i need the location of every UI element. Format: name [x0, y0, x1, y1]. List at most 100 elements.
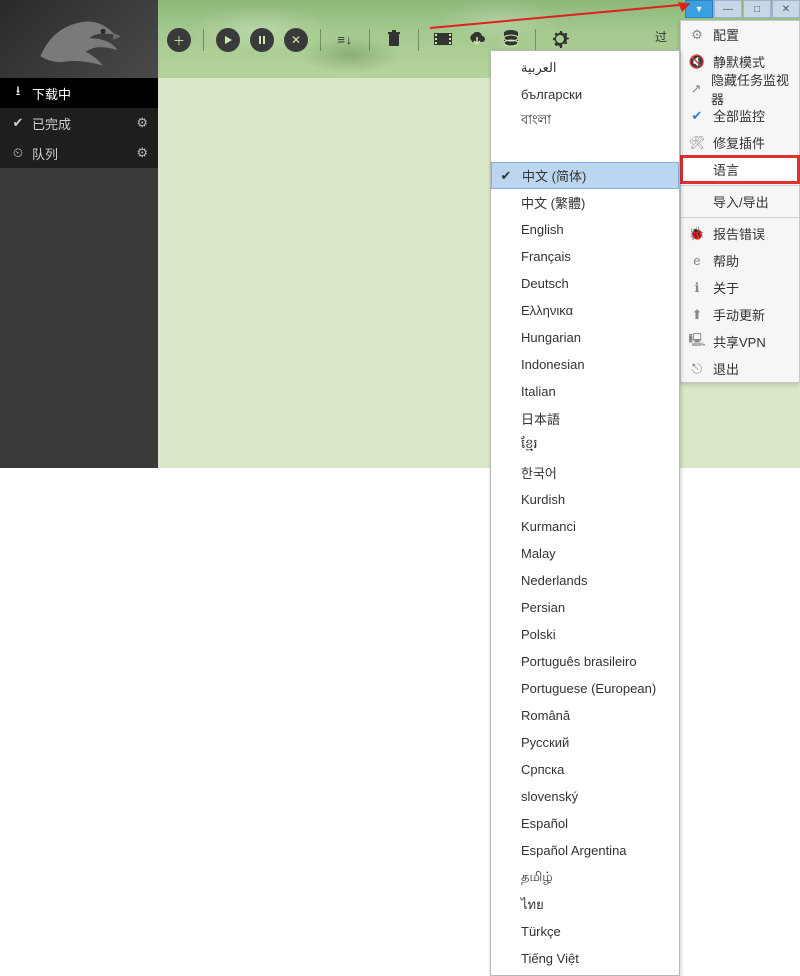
- film-icon: [434, 31, 452, 50]
- language-option[interactable]: Italian: [491, 378, 679, 405]
- gear-icon: [550, 29, 570, 52]
- pause-button[interactable]: [248, 26, 276, 54]
- language-label: Español: [521, 816, 568, 831]
- menu-item[interactable]: ⬆手动更新: [681, 301, 799, 328]
- toolbar-separator: [203, 29, 204, 51]
- sidebar-item-downloading[interactable]: ⭳ 下载中: [0, 78, 158, 108]
- play-button[interactable]: [214, 26, 242, 54]
- blank-icon: [689, 194, 705, 210]
- cloud-download-button[interactable]: [463, 26, 491, 54]
- language-option[interactable]: Српска: [491, 756, 679, 783]
- vpn-icon: 🖳: [689, 334, 705, 350]
- menu-item[interactable]: ↗隐藏任务监视器: [681, 75, 799, 102]
- menu-item-label: 报告错误: [713, 224, 765, 243]
- language-option[interactable]: [491, 135, 679, 162]
- language-label: Српска: [521, 762, 564, 777]
- language-label: 日本語: [521, 409, 560, 428]
- sidebar-item-queue[interactable]: ⏲ 队列 ⚙: [0, 138, 158, 168]
- menu-item[interactable]: 🖳 共享VPN: [681, 328, 799, 355]
- language-option[interactable]: Español: [491, 810, 679, 837]
- language-option[interactable]: العربية: [491, 54, 679, 81]
- window-close-button[interactable]: ✕: [772, 0, 800, 18]
- language-option[interactable]: български: [491, 81, 679, 108]
- stop-button[interactable]: ✕: [282, 26, 310, 54]
- menu-separator: [681, 217, 799, 218]
- menu-item-label: 隐藏任务监视器: [711, 70, 791, 108]
- language-option[interactable]: English: [491, 216, 679, 243]
- language-option[interactable]: বাংলা: [491, 108, 679, 135]
- language-label: Español Argentina: [521, 843, 627, 858]
- window-maximize-button[interactable]: □: [743, 0, 771, 18]
- media-button[interactable]: [429, 26, 457, 54]
- language-option[interactable]: slovenský: [491, 783, 679, 810]
- menu-item[interactable]: 🐞报告错误: [681, 220, 799, 247]
- window-menu-button[interactable]: ▾: [685, 0, 713, 18]
- language-option[interactable]: Ελληνικα: [491, 297, 679, 324]
- language-option[interactable]: Nederlands: [491, 567, 679, 594]
- menu-item[interactable]: ⚙ 配置: [681, 21, 799, 48]
- menu-item[interactable]: 导入/导出: [681, 188, 799, 215]
- language-option[interactable]: ✔中文 (简体): [491, 162, 679, 189]
- language-option[interactable]: Português brasileiro: [491, 648, 679, 675]
- language-option[interactable]: Română: [491, 702, 679, 729]
- play-icon: [216, 28, 240, 52]
- menu-item-label: 修复插件: [713, 133, 765, 152]
- language-label: Português brasileiro: [521, 654, 637, 669]
- gear-icon: ⚙: [689, 27, 705, 43]
- menu-item[interactable]: 语言: [681, 156, 799, 183]
- language-option[interactable]: ខ្មែរ: [491, 432, 679, 459]
- menu-item-label: 导入/导出: [713, 192, 769, 211]
- menu-item[interactable]: ℹ关于: [681, 274, 799, 301]
- add-button[interactable]: ＋: [165, 26, 193, 54]
- menu-item-label: 全部监控: [713, 106, 765, 125]
- menu-item[interactable]: 🛠修复插件: [681, 129, 799, 156]
- language-option[interactable]: Kurdish: [491, 486, 679, 513]
- language-option[interactable]: Portuguese (European): [491, 675, 679, 702]
- info-icon: ℹ: [689, 280, 705, 296]
- menu-item[interactable]: ⎋退出: [681, 355, 799, 382]
- window-titlebar: ▾ — □ ✕: [684, 0, 800, 20]
- language-option[interactable]: Tiếng Việt: [491, 945, 679, 972]
- sidebar-item-label: 队列: [32, 144, 58, 163]
- language-option[interactable]: தமிழ்: [491, 864, 679, 891]
- language-option[interactable]: Persian: [491, 594, 679, 621]
- language-option[interactable]: 한국어: [491, 459, 679, 486]
- language-label: Indonesian: [521, 357, 585, 372]
- language-option[interactable]: 中文 (繁體): [491, 189, 679, 216]
- sidebar-item-completed[interactable]: ✔ 已完成 ⚙: [0, 108, 158, 138]
- language-option[interactable]: Indonesian: [491, 351, 679, 378]
- trash-icon: [386, 30, 402, 51]
- menu-item[interactable]: e帮助: [681, 247, 799, 274]
- gear-icon[interactable]: ⚙: [136, 145, 148, 161]
- caret-down-icon: ▾: [696, 4, 701, 15]
- toolbar-separator: [535, 29, 536, 51]
- language-option[interactable]: ไทย: [491, 891, 679, 918]
- x-icon: ✕: [284, 28, 308, 52]
- language-option[interactable]: 日本語: [491, 405, 679, 432]
- settings-dropdown: ⚙配置🔇静默模式↗隐藏任务监视器✔全部监控🛠修复插件语言导入/导出🐞报告错误e帮…: [680, 20, 800, 383]
- language-option[interactable]: Kurmanci: [491, 513, 679, 540]
- window-minimize-button[interactable]: —: [714, 0, 742, 18]
- check-blue-icon: ✔: [689, 108, 705, 124]
- language-label: slovenský: [521, 789, 578, 804]
- menu-item-label: 手动更新: [713, 305, 765, 324]
- language-option[interactable]: Polski: [491, 621, 679, 648]
- gear-icon[interactable]: ⚙: [136, 115, 148, 131]
- language-option[interactable]: Español Argentina: [491, 837, 679, 864]
- language-option[interactable]: Türkçe: [491, 918, 679, 945]
- language-option[interactable]: Deutsch: [491, 270, 679, 297]
- share-icon: ↗: [689, 81, 703, 97]
- language-option[interactable]: Русский: [491, 729, 679, 756]
- filter-label-partial: 过: [655, 28, 667, 45]
- language-option[interactable]: Français: [491, 243, 679, 270]
- clock-icon: ⏲: [10, 145, 26, 161]
- plus-icon: ＋: [167, 28, 191, 52]
- menu-item-label: 共享VPN: [713, 332, 766, 351]
- language-option[interactable]: Malay: [491, 540, 679, 567]
- language-label: Deutsch: [521, 276, 569, 291]
- menu-item-label: 配置: [713, 25, 739, 44]
- language-option[interactable]: Hungarian: [491, 324, 679, 351]
- delete-button[interactable]: [380, 26, 408, 54]
- sort-button[interactable]: ≡↓: [331, 26, 359, 54]
- language-label: ខ្មែរ: [521, 436, 538, 455]
